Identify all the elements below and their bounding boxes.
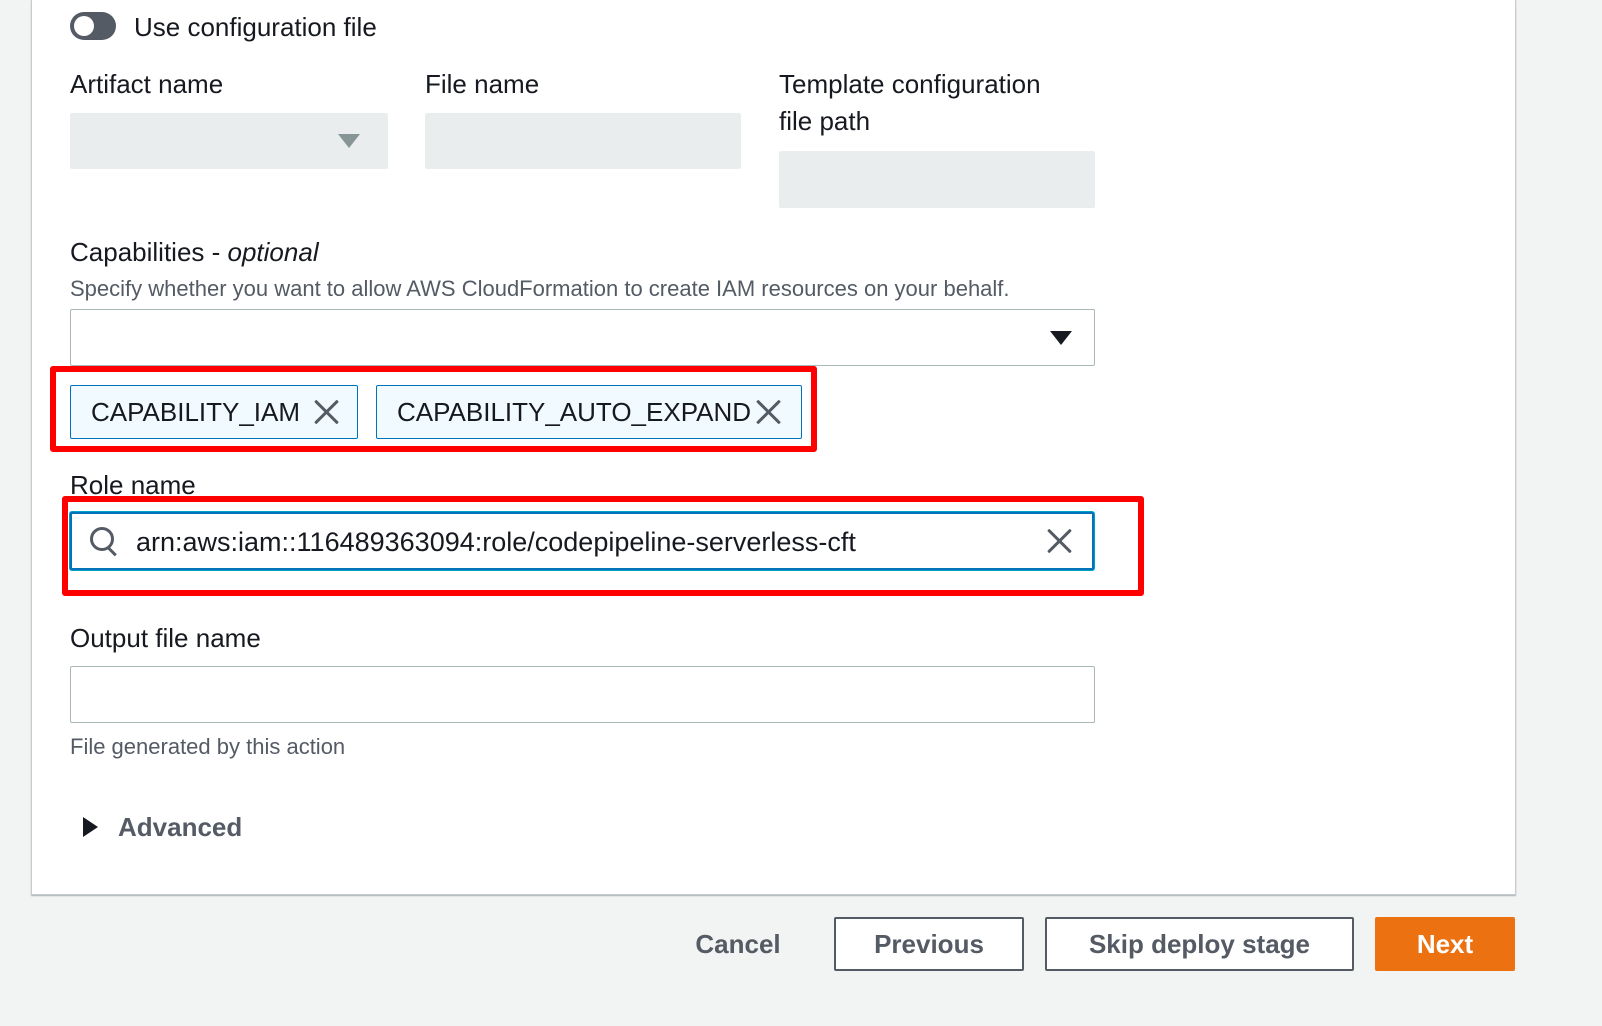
caret-right-icon[interactable] <box>83 817 98 837</box>
cancel-button[interactable]: Cancel <box>678 917 798 971</box>
skip-deploy-stage-button[interactable]: Skip deploy stage <box>1045 917 1354 971</box>
highlight-box-capabilities <box>50 366 817 452</box>
previous-button[interactable]: Previous <box>834 917 1024 971</box>
file-name-input[interactable] <box>425 113 741 169</box>
capabilities-label: Capabilities - optional <box>70 237 319 268</box>
template-config-label-line2: file path <box>779 106 871 136</box>
output-file-name-input[interactable] <box>70 666 1095 723</box>
use-config-file-toggle[interactable] <box>70 12 116 40</box>
next-button[interactable]: Next <box>1375 917 1515 971</box>
output-file-name-label: Output file name <box>70 623 261 653</box>
template-config-path-input[interactable] <box>779 151 1095 208</box>
artifact-name-select[interactable] <box>70 113 388 169</box>
file-name-label: File name <box>425 69 540 99</box>
artifact-name-label: Artifact name <box>70 69 224 99</box>
capabilities-select[interactable] <box>70 309 1095 366</box>
use-config-file-label: Use configuration file <box>134 12 377 42</box>
output-file-description: File generated by this action <box>70 734 346 759</box>
template-config-label-line1: Template configuration <box>779 69 1041 99</box>
chevron-down-icon <box>1050 331 1072 345</box>
optional-tag: optional <box>227 237 319 267</box>
capabilities-description: Specify whether you want to allow AWS Cl… <box>70 276 1010 301</box>
advanced-toggle[interactable]: Advanced <box>118 812 242 843</box>
capabilities-label-text: Capabilities - <box>70 237 228 267</box>
toggle-knob <box>74 16 94 36</box>
chevron-down-icon <box>338 134 360 148</box>
highlight-box-role <box>62 496 1144 596</box>
